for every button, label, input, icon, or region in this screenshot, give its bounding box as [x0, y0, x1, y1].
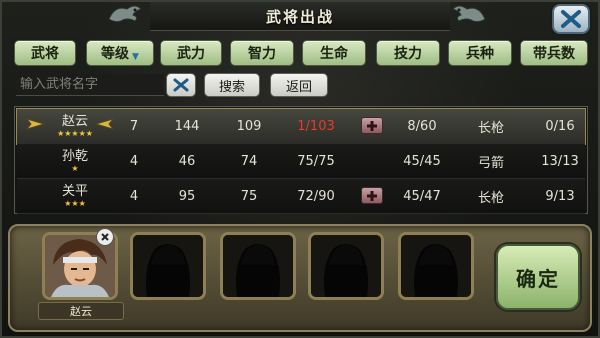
general-troop-count: 0/16 [545, 118, 575, 134]
tab-intelligence[interactable]: 智力 [230, 40, 294, 66]
add-hp-button[interactable] [361, 117, 383, 134]
close-icon [101, 233, 109, 241]
general-row[interactable]: 关平 ★★★ 4 95 75 72/90 45/47 长枪 9/13 [17, 179, 585, 214]
general-name-input[interactable] [16, 74, 164, 96]
general-troop-type: 长枪 [477, 190, 504, 206]
lineup-slot-3[interactable] [220, 232, 296, 300]
plus-icon [367, 190, 377, 201]
general-intelligence: 74 [240, 153, 258, 169]
general-level: 7 [129, 118, 139, 134]
general-skill: 45/45 [403, 153, 441, 169]
general-force: 95 [178, 188, 196, 204]
tab-troop-count[interactable]: 带兵数 [520, 40, 588, 66]
dragon-left-icon [104, 0, 146, 26]
clear-icon [173, 78, 189, 92]
tab-troop-type[interactable]: 兵种 [448, 40, 512, 66]
sort-tabs: 武将 等级 ▼ 武力 智力 生命 技力 兵种 带兵数 [14, 40, 588, 66]
dragon-right-icon [448, 0, 490, 26]
plus-icon [367, 120, 377, 131]
close-button[interactable] [552, 4, 590, 34]
general-list: 赵云 ★★★★★ 7 144 109 1/103 8/60 长枪 0/16 孙乾… [14, 106, 588, 214]
general-force: 46 [178, 153, 196, 169]
general-skill: 45/47 [403, 188, 441, 204]
back-button[interactable]: 返回 [270, 73, 328, 97]
general-troop-type: 长枪 [477, 120, 504, 136]
remove-general-button[interactable] [96, 228, 114, 246]
general-troop-count: 9/13 [545, 188, 575, 204]
general-row[interactable]: 赵云 ★★★★★ 7 144 109 1/103 8/60 长枪 0/16 [16, 108, 586, 145]
star-rating: ★★★ [64, 199, 86, 208]
star-rating: ★★★★★ [57, 129, 93, 138]
add-hp-button[interactable] [361, 187, 383, 204]
clear-button[interactable] [166, 73, 196, 97]
general-troop-type: 弓箭 [477, 155, 504, 171]
general-skill: 8/60 [407, 118, 437, 134]
general-hp: 72/90 [297, 188, 335, 204]
wing-right-icon [95, 118, 115, 130]
tab-hp[interactable]: 生命 [302, 40, 366, 66]
wing-left-icon [25, 118, 45, 130]
general-intelligence: 109 [236, 118, 262, 134]
lineup-slot-5[interactable] [398, 232, 474, 300]
hero-silhouette-icon [401, 235, 471, 297]
star-rating: ★ [71, 164, 79, 173]
window-title: 武将出战 [150, 2, 450, 31]
general-hp: 1/103 [297, 118, 335, 134]
general-level: 4 [129, 153, 139, 169]
lineup-slot-4[interactable] [308, 232, 384, 300]
hero-silhouette-icon [133, 235, 203, 297]
hero-silhouette-icon [311, 235, 381, 297]
general-troop-count: 13/13 [541, 153, 579, 169]
close-icon [561, 10, 581, 28]
tab-skill[interactable]: 技力 [376, 40, 440, 66]
tab-level[interactable]: 等级 ▼ [86, 40, 154, 66]
lineup-slot-2[interactable] [130, 232, 206, 300]
general-row[interactable]: 孙乾 ★ 4 46 74 75/75 45/45 弓箭 13/13 [17, 144, 585, 179]
lineup-slot-1-name: 赵云 [38, 302, 124, 320]
tab-force[interactable]: 武力 [160, 40, 222, 66]
tab-general[interactable]: 武将 [14, 40, 76, 66]
general-force: 144 [174, 118, 200, 134]
general-name: 孙乾 [61, 149, 88, 164]
general-intelligence: 75 [240, 188, 258, 204]
dropdown-icon: ▼ [132, 52, 139, 62]
general-level: 4 [129, 188, 139, 204]
confirm-button[interactable]: 确定 [496, 244, 580, 310]
general-name: 赵云 [61, 114, 88, 129]
general-hp: 75/75 [297, 153, 335, 169]
hero-silhouette-icon [223, 235, 293, 297]
search-button[interactable]: 搜索 [204, 73, 260, 97]
general-name: 关平 [61, 184, 88, 199]
